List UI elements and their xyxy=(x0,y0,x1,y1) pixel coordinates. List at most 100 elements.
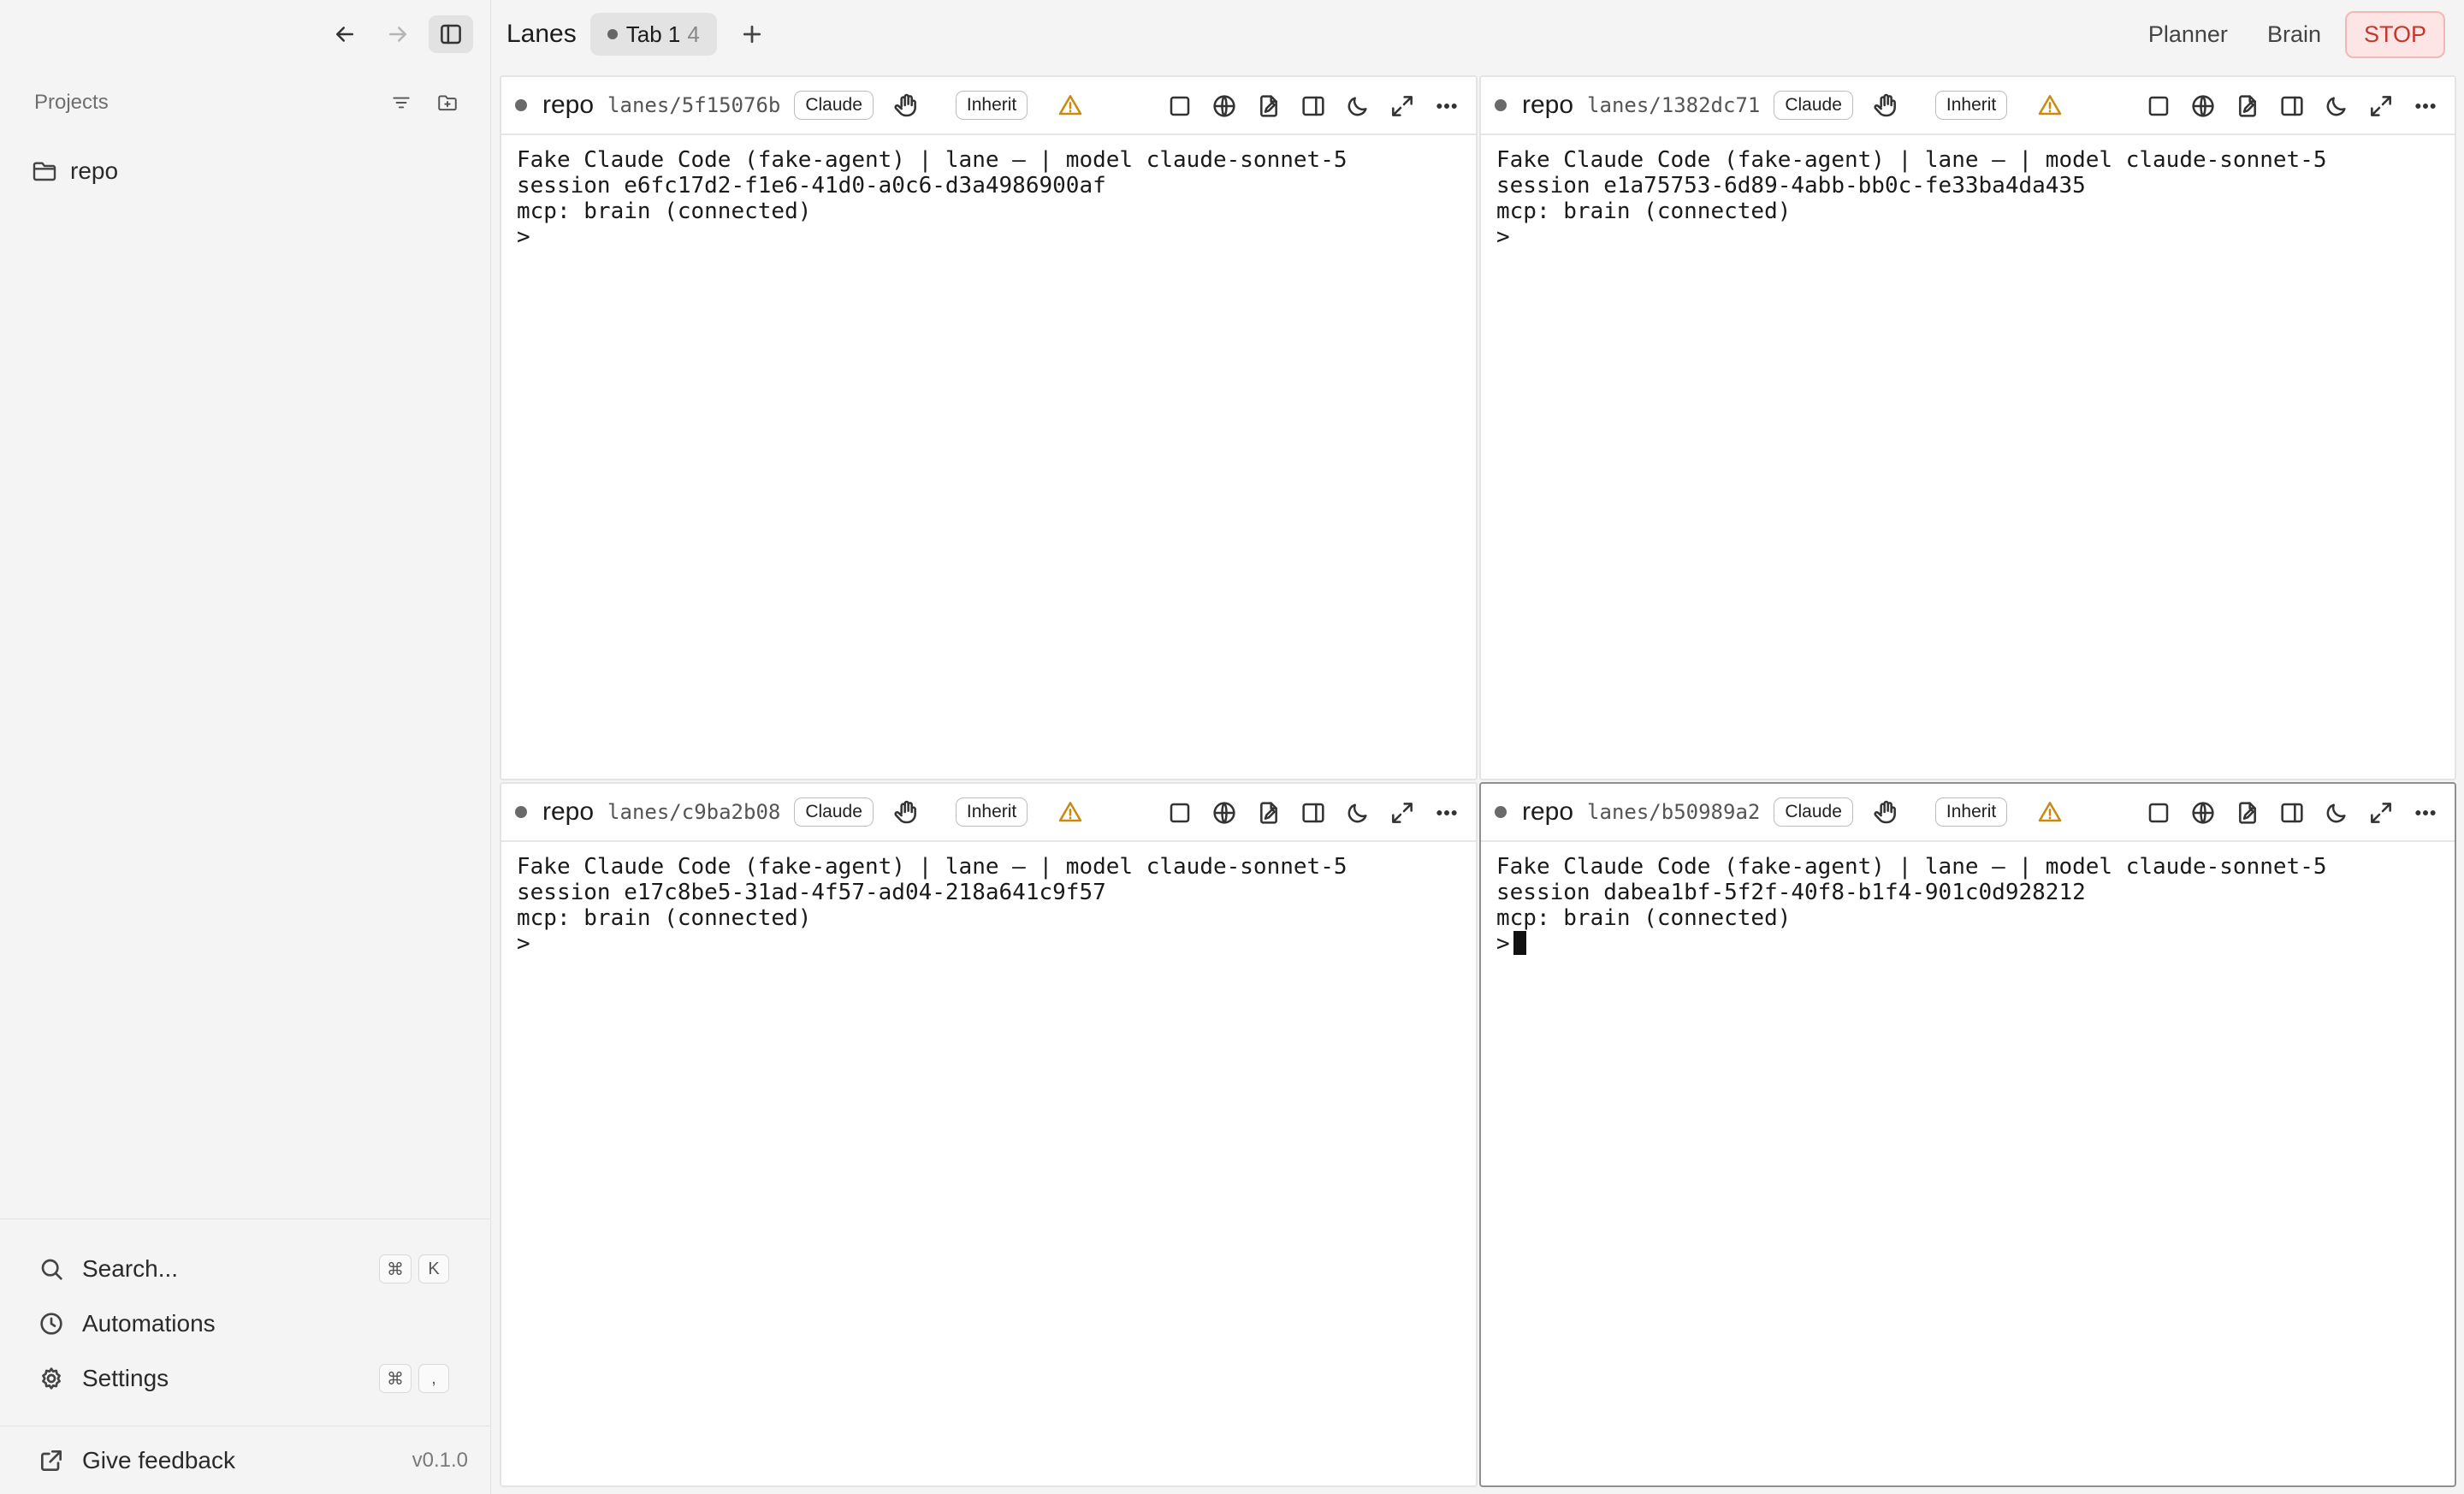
status-dot xyxy=(1495,99,1507,111)
square-icon xyxy=(1170,96,1190,116)
brain-button[interactable]: Brain xyxy=(2252,13,2337,56)
more-button[interactable] xyxy=(2407,794,2444,832)
more-icon xyxy=(1436,809,1457,815)
terminal-output[interactable]: Fake Claude Code (fake-agent) | lane – |… xyxy=(501,135,1476,262)
moon-button[interactable] xyxy=(1339,794,1377,832)
terminal-line: mcp: brain (connected) xyxy=(1496,905,1792,931)
automations-menu-item[interactable]: Automations xyxy=(38,1303,449,1344)
terminal-pane[interactable]: repo lanes/c9ba2b08 Claude Inherit Fake … xyxy=(500,782,1478,1487)
warning-button[interactable] xyxy=(2031,86,2069,124)
forward-button[interactable] xyxy=(376,15,420,53)
terminal-output[interactable]: Fake Claude Code (fake-agent) | lane – |… xyxy=(1481,135,2455,262)
file-edit-button[interactable] xyxy=(2229,794,2266,832)
terminal-line: mcp: brain (connected) xyxy=(517,199,812,224)
expand-button[interactable] xyxy=(2362,794,2400,832)
give-feedback-button[interactable]: Give feedback v0.1.0 xyxy=(38,1440,468,1481)
more-button[interactable] xyxy=(1428,794,1466,832)
search-label: Search... xyxy=(82,1255,179,1282)
terminal-pane[interactable]: repo lanes/1382dc71 Claude Inherit Fake … xyxy=(1479,75,2456,780)
pane-branch: lanes/c9ba2b08 xyxy=(607,800,781,824)
more-button[interactable] xyxy=(1428,87,1466,125)
moon-button[interactable] xyxy=(2318,794,2355,832)
mode-badge[interactable]: Inherit xyxy=(1934,91,2008,120)
file-edit-icon xyxy=(2239,95,2256,117)
terminal-pane[interactable]: repo lanes/5f15076b Claude Inherit Fake … xyxy=(500,75,1478,780)
planner-button[interactable]: Planner xyxy=(2133,13,2243,56)
sidebar-toggle-button[interactable] xyxy=(429,15,473,53)
pane-header: repo lanes/5f15076b Claude Inherit xyxy=(501,77,1476,135)
mode-badge[interactable]: Inherit xyxy=(1934,797,2008,827)
agent-badge[interactable]: Claude xyxy=(794,91,874,120)
globe-button[interactable] xyxy=(2184,794,2222,832)
split-panel-button[interactable] xyxy=(1294,794,1332,832)
expand-button[interactable] xyxy=(2362,87,2400,125)
hand-icon xyxy=(1874,800,1896,824)
agent-badge[interactable]: Claude xyxy=(794,797,874,827)
status-dot xyxy=(515,99,527,111)
sidebar-bottom: Search... ⌘ K Automations Settings ⌘ , xyxy=(0,1218,490,1393)
split-panel-icon xyxy=(1302,96,1324,116)
settings-menu-item[interactable]: Settings ⌘ , xyxy=(38,1358,449,1399)
file-edit-button[interactable] xyxy=(1250,87,1288,125)
tab-status-dot xyxy=(607,29,618,39)
square-button[interactable] xyxy=(1161,87,1199,125)
project-item-repo[interactable]: repo xyxy=(31,152,466,190)
hand-icon xyxy=(1874,93,1896,117)
more-button[interactable] xyxy=(2407,87,2444,125)
hand-button[interactable] xyxy=(1867,793,1904,831)
agent-badge[interactable]: Claude xyxy=(1774,797,1853,827)
terminal-output[interactable]: Fake Claude Code (fake-agent) | lane – |… xyxy=(1481,842,2455,969)
moon-button[interactable] xyxy=(2318,87,2355,125)
settings-label: Settings xyxy=(82,1365,169,1391)
globe-button[interactable] xyxy=(1205,794,1243,832)
agent-badge[interactable]: Claude xyxy=(1774,91,1853,120)
square-button[interactable] xyxy=(1161,794,1199,832)
moon-icon xyxy=(2326,97,2346,116)
moon-button[interactable] xyxy=(1339,87,1377,125)
split-panel-button[interactable] xyxy=(2273,87,2311,125)
tab-1[interactable]: Tab 1 4 xyxy=(589,13,717,56)
square-button[interactable] xyxy=(2140,794,2177,832)
stop-button[interactable]: STOP xyxy=(2344,11,2445,58)
file-edit-button[interactable] xyxy=(2229,87,2266,125)
terminal-output[interactable]: Fake Claude Code (fake-agent) | lane – |… xyxy=(501,842,1476,969)
top-actions: Planner Brain STOP xyxy=(2133,11,2445,58)
file-edit-button[interactable] xyxy=(1250,794,1288,832)
filter-button[interactable] xyxy=(382,86,420,120)
mode-badge[interactable]: Inherit xyxy=(955,797,1028,827)
more-icon xyxy=(1436,103,1457,109)
pane-repo-name: repo xyxy=(542,797,595,826)
square-button[interactable] xyxy=(2140,87,2177,125)
square-icon xyxy=(2148,96,2169,116)
globe-button[interactable] xyxy=(2184,87,2222,125)
add-tab-button[interactable] xyxy=(731,13,773,56)
expand-button[interactable] xyxy=(1383,794,1421,832)
status-dot xyxy=(1495,806,1507,818)
shortcut-key: , xyxy=(418,1364,449,1393)
globe-icon xyxy=(2192,802,2214,824)
hand-button[interactable] xyxy=(887,86,925,124)
search-icon xyxy=(41,1259,62,1280)
expand-button[interactable] xyxy=(1383,87,1421,125)
moon-icon xyxy=(2326,803,2346,823)
split-panel-button[interactable] xyxy=(2273,794,2311,832)
moon-icon xyxy=(1348,803,1367,823)
warning-icon xyxy=(2039,802,2062,822)
back-button[interactable] xyxy=(323,15,367,53)
clock-icon xyxy=(40,1313,62,1335)
mode-badge[interactable]: Inherit xyxy=(955,91,1028,120)
globe-button[interactable] xyxy=(1205,87,1243,125)
warning-button[interactable] xyxy=(1051,793,1089,831)
warning-button[interactable] xyxy=(2031,793,2069,831)
split-panel-button[interactable] xyxy=(1294,87,1332,125)
search-menu-item[interactable]: Search... ⌘ K xyxy=(38,1248,449,1289)
new-folder-button[interactable] xyxy=(429,86,466,120)
top-bar: Lanes Tab 1 4 Planner Brain STOP xyxy=(491,0,2464,68)
forward-arrow-icon xyxy=(389,27,406,42)
hand-button[interactable] xyxy=(1867,86,1904,124)
hand-button[interactable] xyxy=(887,793,925,831)
pane-branch: lanes/5f15076b xyxy=(607,93,781,117)
globe-icon xyxy=(2192,95,2214,117)
warning-button[interactable] xyxy=(1051,86,1089,124)
terminal-pane[interactable]: repo lanes/b50989a2 Claude Inherit Fake … xyxy=(1479,782,2456,1487)
